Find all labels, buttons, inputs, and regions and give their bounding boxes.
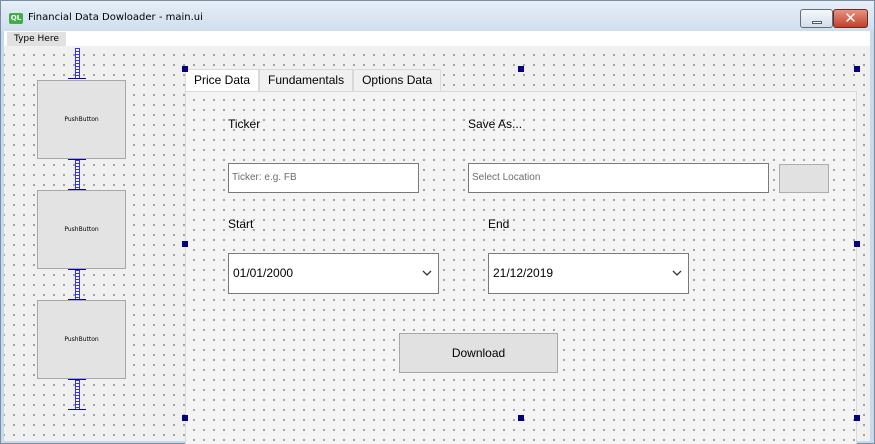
tab-price-data[interactable]: Price Data	[185, 69, 260, 92]
selection-handle[interactable]	[182, 66, 188, 72]
end-date-picker[interactable]: 21/12/2019	[488, 253, 689, 294]
end-date-value: 21/12/2019	[493, 266, 554, 280]
window-title: Financial Data Dowloader - main.ui	[28, 12, 203, 23]
selection-handle[interactable]	[518, 66, 524, 72]
end-label: End	[488, 217, 510, 231]
menu-type-here[interactable]: Type Here	[7, 32, 66, 46]
ticker-label: Ticker	[228, 117, 261, 131]
tab-fundamentals[interactable]: Fundamentals	[259, 69, 354, 91]
selection-handle[interactable]	[182, 415, 188, 421]
price-data-pane: Ticker Save As... Ticker: e.g. FB Select…	[185, 91, 857, 444]
push-button-2[interactable]: PushButton	[37, 190, 126, 269]
selection-handle[interactable]	[182, 241, 188, 247]
selection-handle[interactable]	[854, 415, 860, 421]
chevron-down-icon	[672, 270, 682, 276]
push-button-1[interactable]: PushButton	[37, 80, 126, 159]
tab-options-data[interactable]: Options Data	[353, 69, 442, 91]
title-bar[interactable]: QL Financial Data Dowloader - main.ui ✕	[1, 1, 874, 31]
vertical-spacer[interactable]	[68, 269, 86, 300]
push-button-3[interactable]: PushButton	[37, 300, 126, 379]
start-date-picker[interactable]: 01/01/2000	[228, 253, 439, 294]
vertical-spacer[interactable]	[68, 379, 86, 410]
tab-bar: Price Data Fundamentals Options Data	[185, 69, 442, 92]
minimize-button[interactable]	[800, 9, 833, 28]
save-as-label: Save As...	[468, 117, 523, 131]
client-area: Type Here PushButton PushButton PushButt…	[4, 31, 870, 444]
close-button[interactable]: ✕	[833, 9, 868, 28]
close-icon: ✕	[844, 9, 857, 27]
selection-handle[interactable]	[854, 241, 860, 247]
designer-window: QL Financial Data Dowloader - main.ui ✕ …	[0, 0, 875, 444]
ticker-input[interactable]: Ticker: e.g. FB	[228, 163, 419, 193]
selection-handle[interactable]	[518, 415, 524, 421]
form-canvas: PushButton PushButton PushButton Price D…	[4, 46, 870, 444]
vertical-spacer[interactable]	[68, 159, 86, 190]
browse-button[interactable]	[779, 164, 829, 193]
start-date-value: 01/01/2000	[233, 266, 294, 280]
download-button[interactable]: Download	[399, 333, 558, 373]
selection-handle[interactable]	[854, 66, 860, 72]
minimize-icon	[811, 20, 822, 24]
start-label: Start	[228, 217, 254, 231]
menu-bar: Type Here	[4, 31, 870, 46]
save-location-input[interactable]: Select Location	[468, 163, 769, 193]
app-icon: QL	[9, 13, 23, 24]
vertical-spacer[interactable]	[68, 48, 86, 79]
chevron-down-icon	[422, 270, 432, 276]
